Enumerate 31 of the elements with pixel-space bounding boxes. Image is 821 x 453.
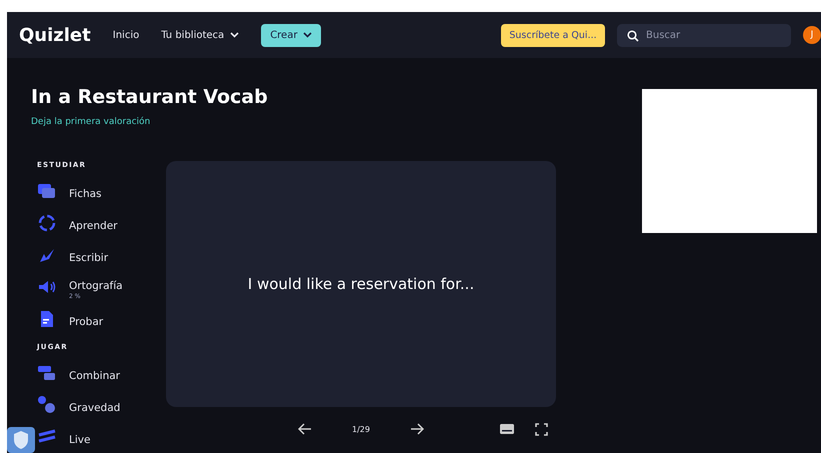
chevron-down-icon xyxy=(303,32,312,38)
dotted-circle-icon xyxy=(37,213,57,233)
study-mode-link[interactable]: Gravedad xyxy=(69,402,120,414)
rating-link[interactable]: Deja la primera valoración xyxy=(31,117,642,127)
subscribe-button[interactable]: Suscríbete a Qui... xyxy=(501,24,605,46)
search-field[interactable]: Buscar xyxy=(617,24,791,46)
study-mode-link[interactable]: Aprender xyxy=(69,220,118,232)
card-term: I would like a reservation for... xyxy=(248,275,474,293)
arrow-left-icon[interactable] xyxy=(298,423,312,435)
create-button[interactable]: Crear xyxy=(261,24,322,46)
shield-icon[interactable] xyxy=(7,427,35,453)
study-mode-link[interactable]: Fichas xyxy=(69,188,102,200)
keyboard-icon[interactable] xyxy=(499,423,515,435)
study-mode-link[interactable]: Ortografía xyxy=(69,280,123,292)
cards-icon xyxy=(37,181,57,201)
stacked-rectangles-icon xyxy=(37,363,57,383)
set-title: In a Restaurant Vocab xyxy=(31,86,269,108)
card-counter: 1/29 xyxy=(352,424,370,434)
arrow-right-icon[interactable] xyxy=(410,423,424,435)
quizlet-logo[interactable]: Quizlet xyxy=(19,24,91,46)
fullscreen-icon[interactable] xyxy=(535,422,548,436)
study-mode-link[interactable]: Escribir xyxy=(69,252,108,264)
study-mode-link[interactable]: Combinar xyxy=(69,370,120,382)
nav-link[interactable]: Inicio xyxy=(112,30,140,40)
chevron-down-icon xyxy=(230,32,240,38)
study-mode-link[interactable]: Probar xyxy=(69,316,104,328)
search-icon xyxy=(627,30,639,42)
flashcard[interactable]: I would like a reservation for... xyxy=(166,161,556,407)
study-mode-link[interactable]: Live xyxy=(69,434,90,446)
circles-icon xyxy=(37,395,57,415)
nav-link[interactable]: Tu biblioteca xyxy=(161,30,240,40)
